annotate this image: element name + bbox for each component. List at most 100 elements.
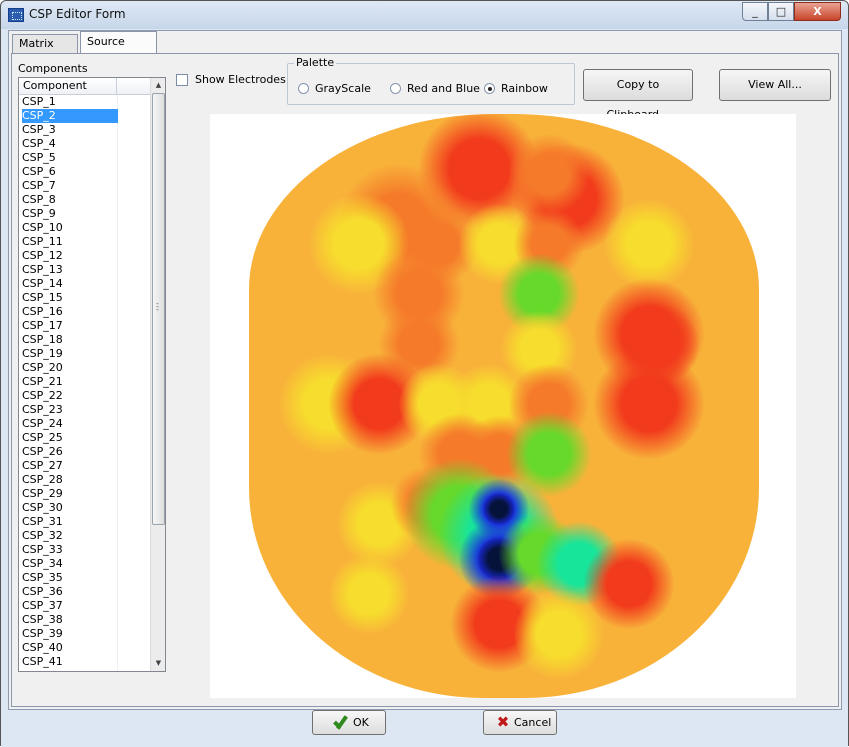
list-item[interactable]: CSP_18	[19, 333, 150, 347]
list-item[interactable]: CSP_11	[19, 235, 150, 249]
list-scrollbar[interactable]: ▲ --- ▼	[150, 78, 165, 671]
components-list[interactable]: Component CSP_1 CSP_2 CSP_3 CSP_4 CSP_5 CSP_6…	[18, 77, 166, 672]
list-item-label: CSP_8	[22, 193, 56, 206]
list-item[interactable]: CSP_17	[19, 319, 150, 333]
list-item[interactable]: CSP_4	[19, 137, 150, 151]
list-item-label: CSP_35	[22, 571, 63, 584]
list-item[interactable]: CSP_19	[19, 347, 150, 361]
list-item-label: CSP_9	[22, 207, 56, 220]
list-item-label: CSP_23	[22, 403, 63, 416]
list-item[interactable]: CSP_16	[19, 305, 150, 319]
list-item[interactable]: CSP_22	[19, 389, 150, 403]
cancel-button[interactable]: ✖ Cancel	[483, 710, 557, 735]
list-item-label: CSP_6	[22, 165, 56, 178]
list-item[interactable]: CSP_3	[19, 123, 150, 137]
list-item[interactable]: CSP_1	[19, 95, 150, 109]
scroll-down-icon[interactable]: ▼	[151, 656, 165, 671]
list-item[interactable]: CSP_37	[19, 599, 150, 613]
list-item[interactable]: CSP_41	[19, 655, 150, 669]
list-item[interactable]: CSP_10	[19, 221, 150, 235]
radio-dot[interactable]	[298, 83, 309, 94]
list-item[interactable]: CSP_33	[19, 543, 150, 557]
list-item-label: CSP_12	[22, 249, 63, 262]
list-item[interactable]: CSP_7	[19, 179, 150, 193]
list-item[interactable]: CSP_28	[19, 473, 150, 487]
list-item[interactable]: CSP_30	[19, 501, 150, 515]
list-item[interactable]: CSP_15	[19, 291, 150, 305]
list-item[interactable]: CSP_29	[19, 487, 150, 501]
minimize-button[interactable]: _	[742, 2, 768, 21]
topography-map[interactable]	[210, 114, 796, 698]
column-header-empty[interactable]	[118, 78, 150, 95]
list-header: Component	[19, 78, 150, 95]
list-item-label: CSP_7	[22, 179, 56, 192]
list-item[interactable]: CSP_39	[19, 627, 150, 641]
list-item[interactable]: CSP_36	[19, 585, 150, 599]
list-item-label: CSP_40	[22, 641, 63, 654]
list-item[interactable]: CSP_13	[19, 263, 150, 277]
list-item-label: CSP_11	[22, 235, 63, 248]
list-item[interactable]: CSP_2	[19, 109, 150, 123]
list-item[interactable]: CSP_8	[19, 193, 150, 207]
list-item[interactable]: CSP_31	[19, 515, 150, 529]
list-item-label: CSP_32	[22, 529, 63, 542]
list-item[interactable]: CSP_35	[19, 571, 150, 585]
list-item[interactable]: CSP_40	[19, 641, 150, 655]
scroll-up-icon[interactable]: ▲	[151, 78, 165, 93]
radio-label: GrayScale	[315, 82, 371, 95]
list-item-label: CSP_15	[22, 291, 63, 304]
column-header-component[interactable]: Component	[19, 78, 117, 95]
radio-label: Red and Blue	[407, 82, 480, 95]
list-item[interactable]: CSP_5	[19, 151, 150, 165]
list-item-label: CSP_4	[22, 137, 56, 150]
radio-dot[interactable]	[390, 83, 401, 94]
list-item[interactable]: CSP_34	[19, 557, 150, 571]
palette-title: Palette	[294, 56, 337, 69]
list-item-label: CSP_33	[22, 543, 63, 556]
head-map	[249, 114, 759, 698]
scroll-thumb[interactable]: ---	[152, 93, 165, 525]
maximize-button[interactable]: □	[768, 2, 794, 21]
title-bar[interactable]: CSP Editor Form _ □ X	[1, 1, 848, 29]
radio-dot[interactable]	[484, 83, 495, 94]
list-item-label: CSP_22	[22, 389, 63, 402]
list-item[interactable]: CSP_12	[19, 249, 150, 263]
ok-button[interactable]: OK	[312, 710, 386, 735]
close-button[interactable]: X	[794, 2, 841, 21]
list-item[interactable]: CSP_9	[19, 207, 150, 221]
app-icon	[8, 8, 24, 22]
tab-source-mode[interactable]: Source Mode	[80, 31, 157, 68]
list-item[interactable]: CSP_25	[19, 431, 150, 445]
list-item[interactable]: CSP_21	[19, 375, 150, 389]
dialog-footer: OK ✖ Cancel	[1, 710, 848, 747]
list-item[interactable]: CSP_6	[19, 165, 150, 179]
list-item-label: CSP_17	[22, 319, 63, 332]
checkbox-box[interactable]	[176, 74, 188, 86]
palette-group: Palette GrayScale Red and Blue Rainbow	[287, 56, 575, 105]
radio-label: Rainbow	[501, 82, 548, 95]
list-item[interactable]: CSP_26	[19, 445, 150, 459]
list-item-label: CSP_36	[22, 585, 63, 598]
list-item[interactable]: CSP_42	[19, 669, 150, 671]
list-item-label: CSP_1	[22, 95, 56, 108]
list-item[interactable]: CSP_27	[19, 459, 150, 473]
list-item[interactable]: CSP_23	[19, 403, 150, 417]
list-item[interactable]: CSP_32	[19, 529, 150, 543]
list-item[interactable]: CSP_14	[19, 277, 150, 291]
list-item[interactable]: CSP_20	[19, 361, 150, 375]
list-item-label: CSP_31	[22, 515, 63, 528]
list-item-label: CSP_10	[22, 221, 63, 234]
copy-to-clipboard-button[interactable]: Copy to Clipboard...	[583, 69, 693, 121]
grip-icon: ---	[156, 299, 159, 314]
activation-spot	[509, 134, 589, 214]
list-item-label: CSP_14	[22, 277, 63, 290]
checkmark-icon	[333, 715, 349, 729]
list-item-label: CSP_39	[22, 627, 63, 640]
list-item-label: CSP_2	[22, 109, 118, 123]
tab-matrix-view[interactable]: Matrix View	[12, 34, 78, 67]
list-item[interactable]: CSP_38	[19, 613, 150, 627]
list-item-label: CSP_20	[22, 361, 63, 374]
list-item[interactable]: CSP_24	[19, 417, 150, 431]
list-item-label: CSP_3	[22, 123, 56, 136]
view-all-button[interactable]: View All...	[719, 69, 831, 101]
